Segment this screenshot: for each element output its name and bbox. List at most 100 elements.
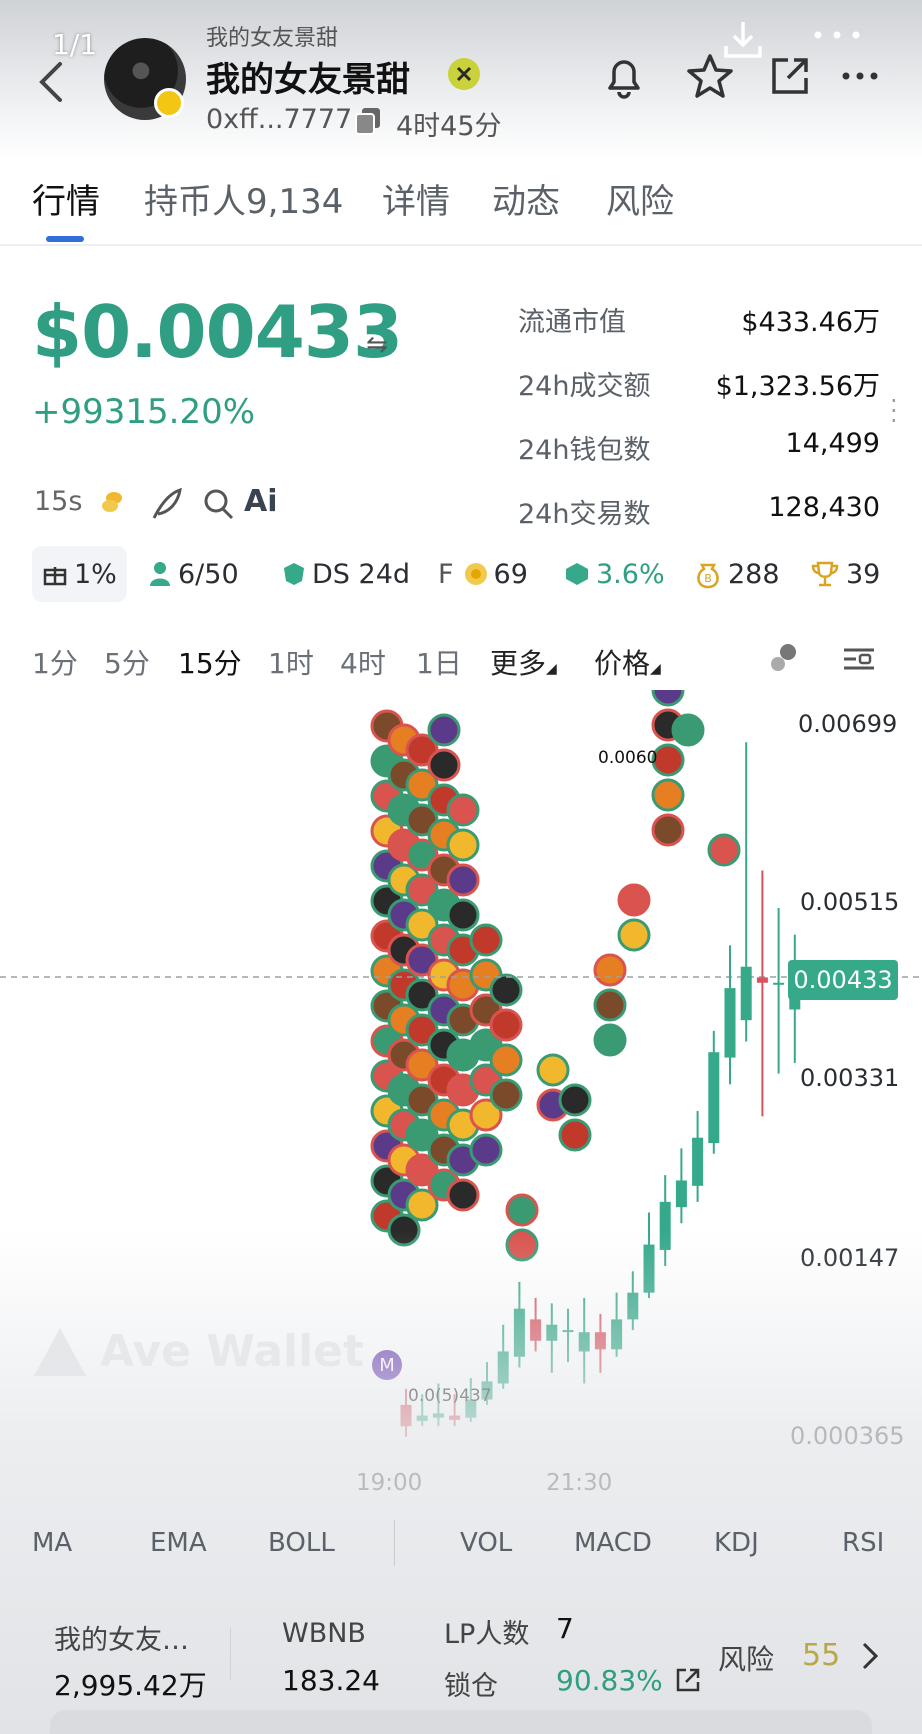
stat-value-trades: 128,430 — [768, 492, 880, 523]
high-price-marker: 0.0060 — [598, 748, 658, 768]
price-change: +99315.20% — [32, 392, 256, 432]
lp-holders-value: 7 — [556, 1612, 574, 1645]
trade-avatar-bubble — [469, 923, 503, 957]
trade-avatar-bubble — [505, 1193, 539, 1227]
trade-avatar-bubble — [651, 690, 685, 707]
candle-body[interactable] — [594, 1332, 606, 1350]
candle-body[interactable] — [449, 1415, 461, 1420]
trophy-value: 39 — [846, 558, 881, 590]
ave-wallet-watermark: Ave Wallet — [30, 1324, 364, 1384]
tf-1h[interactable]: 1时 — [268, 642, 314, 682]
copy-icon[interactable] — [354, 106, 382, 136]
candle-body[interactable] — [708, 1052, 720, 1144]
more-icon[interactable] — [834, 50, 886, 102]
bag-icon: B — [697, 563, 719, 589]
candle-body[interactable] — [432, 1413, 444, 1418]
candle-body[interactable] — [643, 1244, 655, 1293]
tab-risk[interactable]: 风险 — [606, 174, 674, 223]
stat-label-trades: 24h交易数 — [518, 499, 651, 530]
verified-icon — [448, 58, 480, 90]
tax-badge[interactable]: 1% — [32, 546, 127, 602]
trade-avatar-bubble — [617, 883, 651, 917]
candle-body[interactable] — [756, 977, 768, 983]
users-toggle-icon[interactable] — [768, 642, 804, 676]
tab-holders[interactable]: 持币人9,134 — [144, 174, 343, 223]
candle-body[interactable] — [497, 1351, 509, 1384]
indicator-macd[interactable]: MACD — [574, 1528, 652, 1558]
tf-more-dropdown[interactable]: 更多◢ — [490, 642, 557, 682]
trade-avatar-bubble — [446, 898, 480, 932]
candle-body[interactable] — [740, 966, 752, 1021]
candle-body[interactable] — [513, 1308, 525, 1357]
stats-more-icon[interactable]: · · · — [890, 389, 898, 433]
candle-body[interactable] — [546, 1324, 558, 1341]
marker-m-badge[interactable]: M — [372, 1350, 402, 1380]
indicator-boll[interactable]: BOLL — [268, 1528, 335, 1558]
tab-market[interactable]: 行情 — [32, 174, 100, 223]
svg-text:B: B — [704, 572, 712, 585]
trophy-badge[interactable]: 39 — [800, 546, 890, 602]
indicator-rsi[interactable]: RSI — [842, 1528, 884, 1558]
indicator-ma[interactable]: MA — [32, 1528, 72, 1558]
lp-holders-label: LP人数 — [444, 1619, 530, 1650]
liquidity-panel: 我的女友… 2,995.42万 WBNB 183.24 LP人数 7 锁仓 90… — [0, 1592, 922, 1734]
bag-badge[interactable]: B 288 — [684, 546, 790, 602]
bell-icon[interactable] — [598, 50, 650, 102]
ave-logo-icon — [30, 1324, 90, 1384]
download-icon[interactable] — [720, 18, 766, 64]
candle-body[interactable] — [675, 1180, 687, 1208]
contract-address[interactable]: 0xff...7777 — [206, 104, 352, 135]
lock-value: 90.83% — [556, 1664, 663, 1697]
search-icon[interactable] — [202, 486, 236, 522]
indicator-vol[interactable]: VOL — [460, 1528, 512, 1558]
y-tick-label: 0.00699 — [798, 710, 898, 738]
feather-icon[interactable] — [150, 486, 184, 522]
y-tick-label: 0.000365 — [790, 1422, 905, 1450]
candle-body[interactable] — [530, 1319, 542, 1341]
tab-activity[interactable]: 动态 — [492, 174, 560, 223]
tf-1d[interactable]: 1日 — [416, 642, 462, 682]
candle-body[interactable] — [611, 1319, 623, 1350]
candle-body[interactable] — [773, 982, 785, 985]
ds-value: DS 24d — [312, 558, 411, 590]
candle-body[interactable] — [724, 988, 736, 1058]
indicator-kdj[interactable]: KDJ — [714, 1528, 759, 1558]
candle-body[interactable] — [400, 1404, 412, 1427]
coin-icon — [464, 563, 487, 585]
tf-4h[interactable]: 4时 — [340, 642, 386, 682]
trade-avatar-bubble — [651, 813, 685, 847]
tf-5m[interactable]: 5分 — [104, 642, 150, 682]
chart-settings-icon[interactable] — [842, 644, 876, 674]
f-badge[interactable]: F 69 — [428, 546, 538, 602]
risk-score: 55 — [802, 1638, 841, 1673]
candle-body[interactable] — [578, 1332, 590, 1352]
chevron-right-icon[interactable] — [858, 1638, 882, 1674]
holding-badge[interactable]: 3.6% — [554, 546, 675, 602]
coins-icon[interactable] — [100, 490, 124, 516]
swap-icon[interactable]: ⇋ — [366, 330, 388, 360]
overlay-more-icon[interactable] — [806, 20, 868, 50]
trade-avatar-bubble — [427, 713, 461, 747]
trade-avatar-bubble — [489, 1078, 523, 1112]
external-link-icon[interactable] — [674, 1666, 702, 1694]
tf-1m[interactable]: 1分 — [32, 642, 78, 682]
interval-label[interactable]: 15s — [34, 486, 82, 517]
back-icon[interactable] — [30, 52, 74, 112]
tf-15m[interactable]: 15分 — [178, 642, 242, 682]
ds-badge[interactable]: DS 24d — [272, 546, 420, 602]
trade-avatar-bubble — [651, 743, 685, 777]
trade-avatar-bubble — [707, 833, 741, 867]
price-mode-dropdown[interactable]: 价格◢ — [594, 642, 661, 682]
candle-body[interactable] — [416, 1415, 428, 1421]
tab-details[interactable]: 详情 — [382, 174, 450, 223]
candle-body[interactable] — [692, 1137, 704, 1186]
indicator-ema[interactable]: EMA — [150, 1528, 207, 1558]
trade-avatar-bubble — [489, 1043, 523, 1077]
candle-body[interactable] — [627, 1292, 639, 1320]
dev-badge[interactable]: 6/50 — [138, 546, 249, 602]
candle-body[interactable] — [562, 1330, 574, 1333]
share-icon[interactable] — [764, 50, 816, 102]
ai-button[interactable]: Ai — [244, 484, 278, 519]
bottom-action-bar[interactable] — [50, 1710, 872, 1734]
candle-body[interactable] — [659, 1201, 671, 1250]
